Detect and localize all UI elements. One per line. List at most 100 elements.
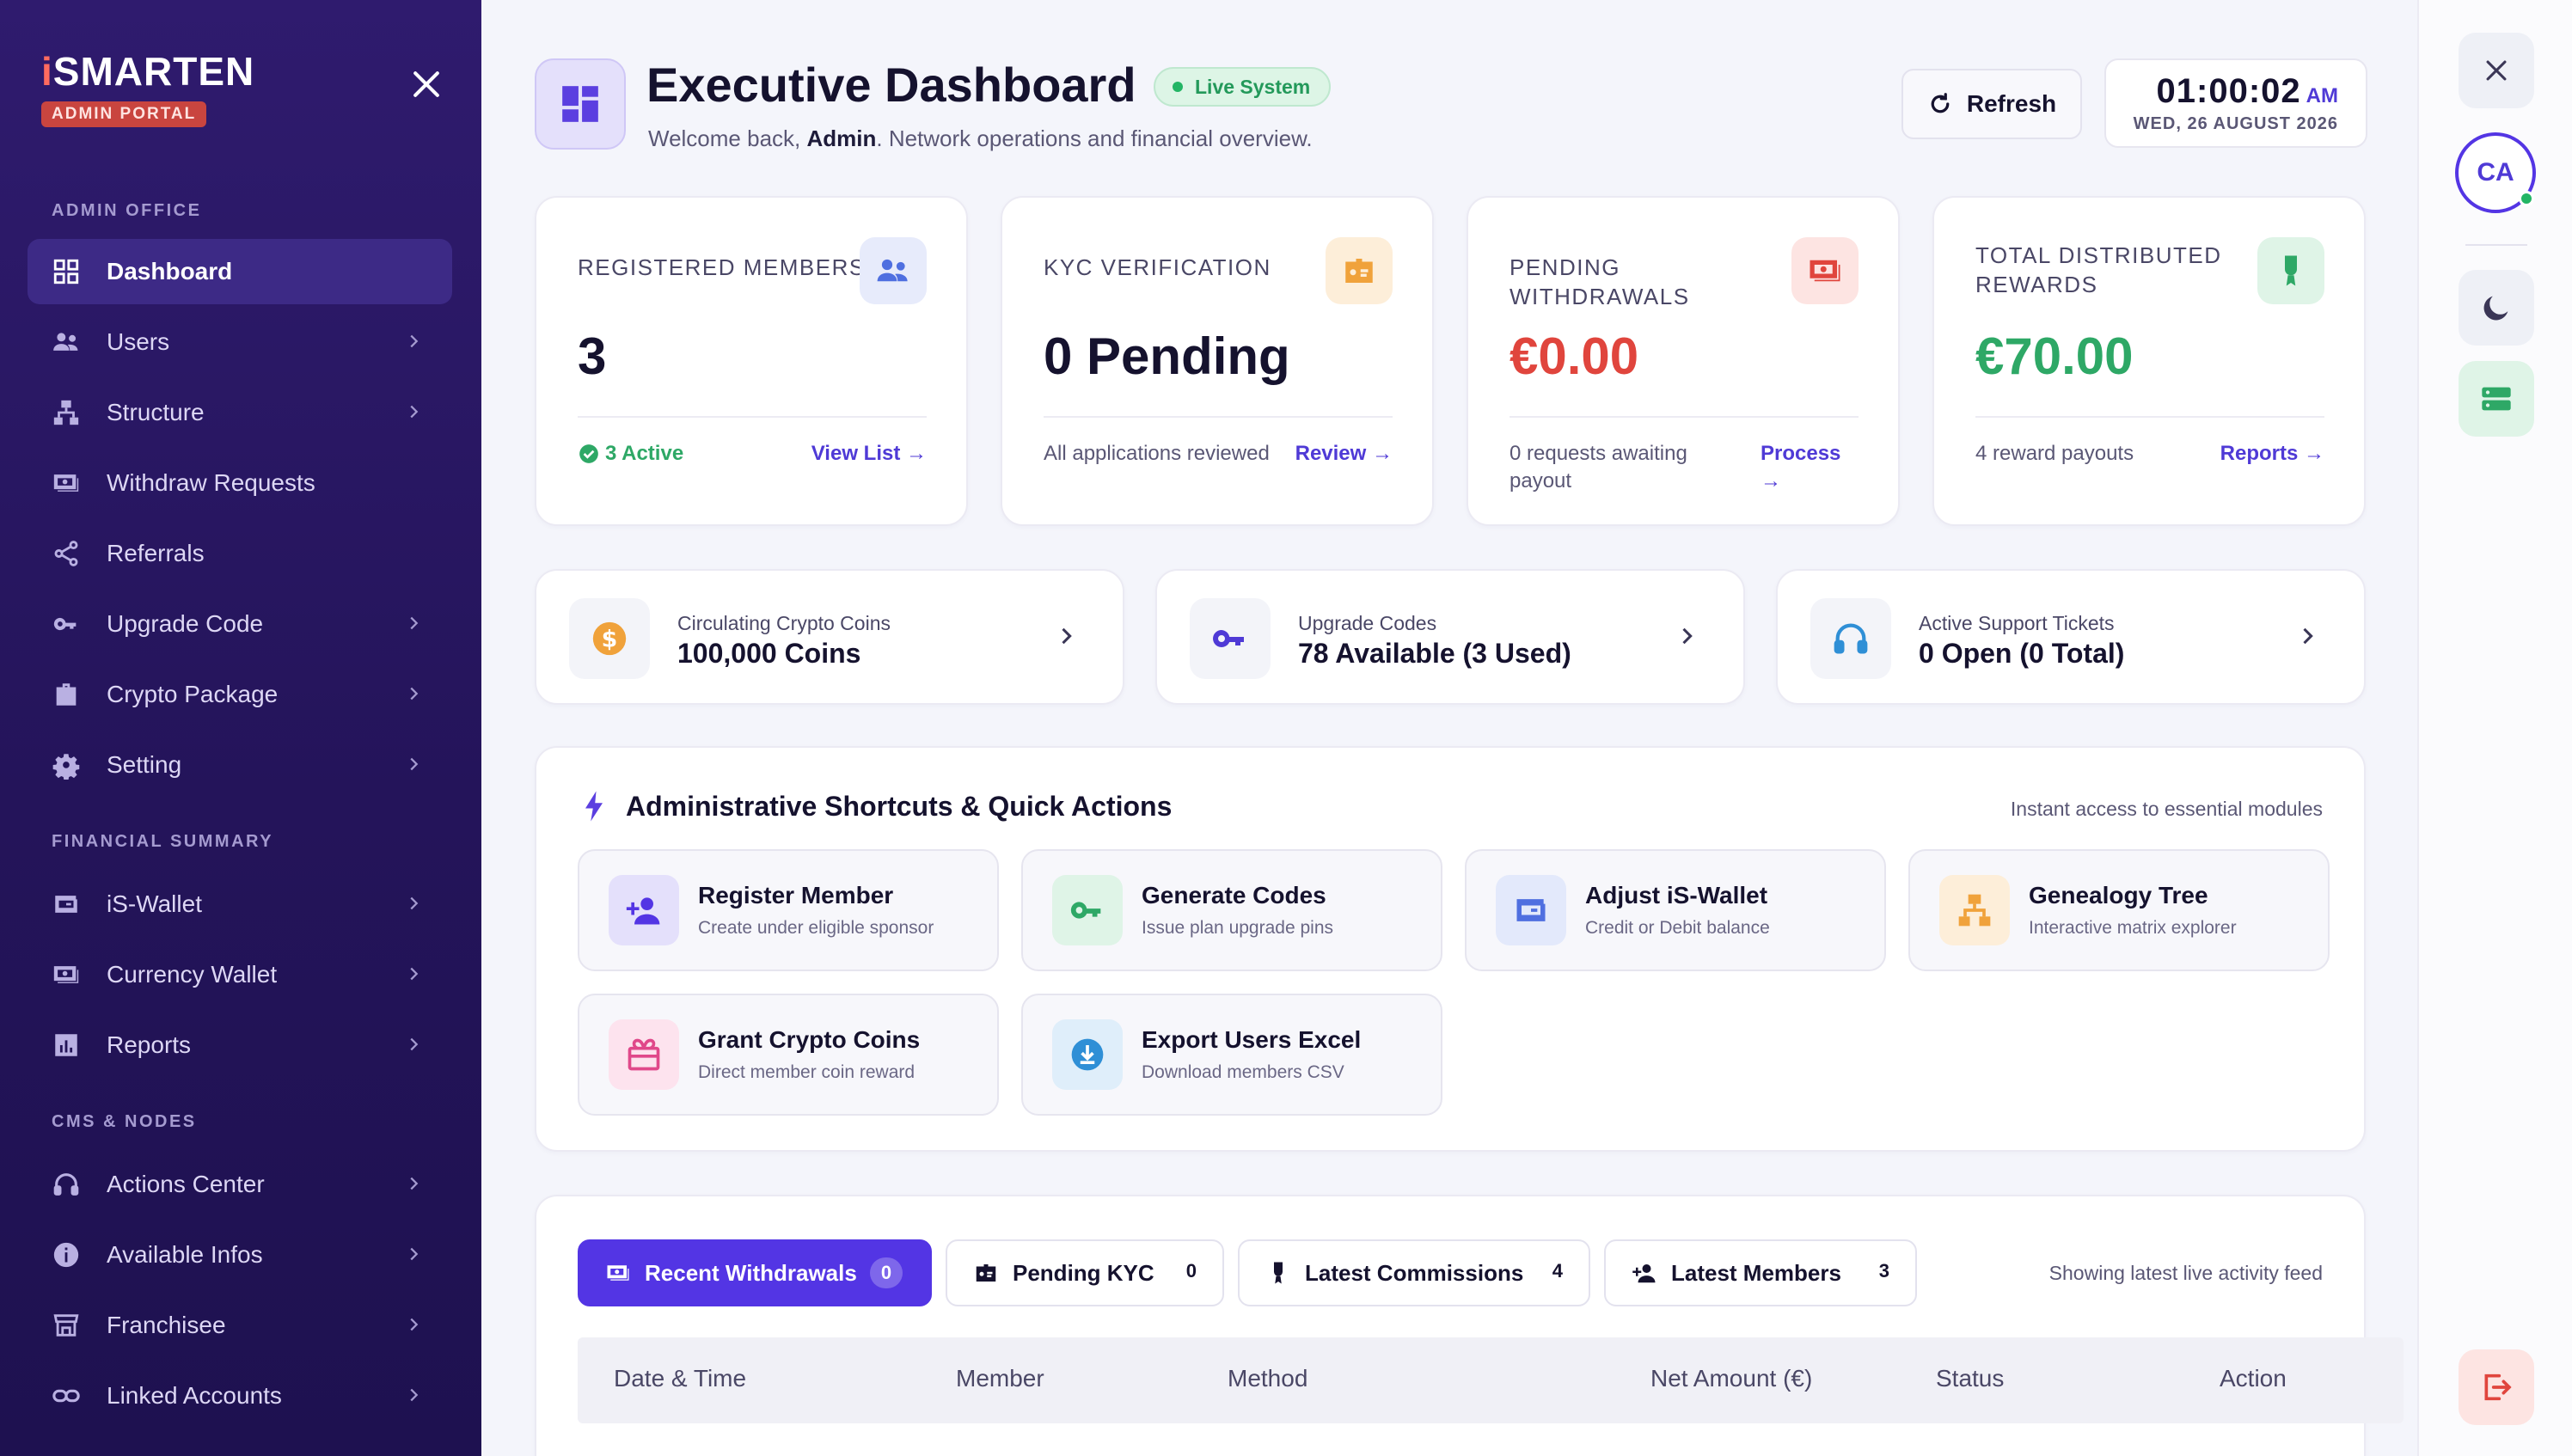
sidebar-item-currency-wallet[interactable]: Currency Wallet xyxy=(28,942,452,1007)
theme-toggle-button[interactable] xyxy=(2459,270,2534,346)
column-header[interactable]: Action xyxy=(2220,1365,2287,1392)
sidebar-item-crypto-package[interactable]: Crypto Package xyxy=(28,662,452,727)
column-header[interactable]: Date & Time xyxy=(614,1365,746,1392)
brand-name: iSMARTEN xyxy=(41,49,255,94)
stat-label: REGISTERED MEMBERS xyxy=(578,254,866,280)
mini-card-crypto-coins[interactable]: $ Circulating Crypto Coins 100,000 Coins xyxy=(535,569,1124,705)
check-circle-icon xyxy=(579,444,598,463)
column-header[interactable]: Status xyxy=(1936,1365,2004,1392)
close-panel-button[interactable] xyxy=(2459,33,2534,108)
reports-link[interactable]: Reports → xyxy=(2220,440,2324,468)
money-icon xyxy=(1791,237,1859,304)
mini-card-upgrade-codes[interactable]: Upgrade Codes 78 Available (3 Used) xyxy=(1155,569,1745,705)
chevron-right-icon xyxy=(410,1318,419,1331)
sidebar-item-label: Crypto Package xyxy=(107,681,279,707)
tile-title: Grant Crypto Coins xyxy=(698,1026,921,1053)
currency-icon xyxy=(53,966,79,983)
mini-label: Upgrade Codes xyxy=(1298,612,1437,634)
adjust-wallet-tile[interactable]: Adjust iS-Wallet Credit or Debit balance xyxy=(1465,849,1886,971)
sidebar-item-users[interactable]: Users xyxy=(28,309,452,375)
server-icon xyxy=(2482,387,2511,411)
genealogy-tree-tile[interactable]: Genealogy Tree Interactive matrix explor… xyxy=(1908,849,2330,971)
brand-logo[interactable]: iSMARTEN ADMIN PORTAL xyxy=(41,48,254,127)
sidebar-item-is-wallet[interactable]: iS-Wallet xyxy=(28,872,452,937)
sidebar-item-actions-center[interactable]: Actions Center xyxy=(28,1152,452,1217)
sidebar-item-structure[interactable]: Structure xyxy=(28,380,452,445)
stat-label: TOTAL DISTRIBUTED REWARDS xyxy=(1975,242,2222,297)
review-link[interactable]: Review → xyxy=(1295,440,1393,468)
refresh-icon xyxy=(1931,93,1950,113)
server-status-button[interactable] xyxy=(2459,361,2534,437)
key-icon xyxy=(1052,875,1123,945)
sidebar-item-label: Setting xyxy=(107,751,182,778)
logout-button[interactable] xyxy=(2459,1349,2534,1425)
stat-footnote: 3 Active xyxy=(578,440,801,468)
table-header: Date & Time Member Method Net Amount (€)… xyxy=(578,1337,2404,1423)
sidebar-item-available-infos[interactable]: Available Infos xyxy=(28,1222,452,1288)
tile-title: Export Users Excel xyxy=(1142,1026,1362,1053)
user-plus-icon xyxy=(609,875,679,945)
sidebar-item-referrals[interactable]: Referrals xyxy=(28,521,452,586)
chevron-right-icon xyxy=(1062,627,1072,645)
sidebar-item-dashboard[interactable]: Dashboard xyxy=(28,239,452,304)
sidebar-item-franchisee[interactable]: Franchisee xyxy=(28,1293,452,1358)
divider xyxy=(1044,416,1393,418)
tab-pending-kyc[interactable]: Pending KYC 0 xyxy=(946,1239,1224,1306)
live-status-badge: Live System xyxy=(1154,67,1332,107)
process-link[interactable]: Process → xyxy=(1761,440,1840,495)
chevron-right-icon xyxy=(2303,627,2313,645)
users-icon xyxy=(860,237,927,304)
sidebar-item-label: Upgrade Code xyxy=(107,610,264,637)
mini-value: 100,000 Coins xyxy=(677,638,861,669)
divider xyxy=(1510,416,1859,418)
sidebar-item-setting[interactable]: Setting xyxy=(28,732,452,798)
export-users-tile[interactable]: Export Users Excel Download members CSV xyxy=(1021,994,1442,1116)
mini-card-support-tickets[interactable]: Active Support Tickets 0 Open (0 Total) xyxy=(1776,569,2366,705)
sidebar-item-label: Withdraw Requests xyxy=(107,469,315,496)
id-card-icon xyxy=(1326,237,1393,304)
register-member-tile[interactable]: Register Member Create under eligible sp… xyxy=(578,849,999,971)
tab-latest-commissions[interactable]: Latest Commissions 4 xyxy=(1238,1239,1590,1306)
generate-codes-tile[interactable]: Generate Codes Issue plan upgrade pins xyxy=(1021,849,1442,971)
gear-icon xyxy=(52,754,80,780)
briefcase-icon xyxy=(56,683,77,706)
stat-value: 0 Pending xyxy=(1044,327,1290,385)
stat-value: €70.00 xyxy=(1975,327,2134,385)
dashboard-header-icon xyxy=(535,58,626,150)
chevron-right-icon xyxy=(410,405,419,419)
tab-count: 0 xyxy=(870,1257,903,1288)
column-header[interactable]: Net Amount (€) xyxy=(1650,1365,1812,1392)
sidebar-item-upgrade-code[interactable]: Upgrade Code xyxy=(28,591,452,657)
tab-recent-withdrawals[interactable]: Recent Withdrawals 0 xyxy=(578,1239,932,1306)
chevron-right-icon xyxy=(410,896,419,910)
money-icon xyxy=(53,474,79,492)
sidebar-item-label: Linked Accounts xyxy=(107,1382,282,1409)
close-sidebar-icon[interactable] xyxy=(407,65,445,103)
tab-latest-members[interactable]: Latest Members 3 xyxy=(1604,1239,1917,1306)
grant-coins-tile[interactable]: Grant Crypto Coins Direct member coin re… xyxy=(578,994,999,1116)
refresh-button[interactable]: Refresh xyxy=(1901,69,2082,139)
sidebar-section-cms: CMS & NODES xyxy=(52,1112,197,1131)
close-icon xyxy=(2486,60,2507,81)
view-list-link[interactable]: View List → xyxy=(811,440,927,468)
stat-card-kyc: KYC VERIFICATION 0 Pending All applicati… xyxy=(1001,196,1434,526)
tab-label: Latest Members xyxy=(1671,1259,1841,1286)
sidebar-item-linked-accounts[interactable]: Linked Accounts xyxy=(28,1363,452,1428)
sidebar-item-withdraw-requests[interactable]: Withdraw Requests xyxy=(28,450,452,516)
chevron-right-icon xyxy=(410,1247,419,1261)
tile-title: Adjust iS-Wallet xyxy=(1585,882,1768,908)
column-header[interactable]: Method xyxy=(1228,1365,1307,1392)
stat-footnote: 0 requests awaiting payout xyxy=(1510,442,1687,492)
column-header[interactable]: Member xyxy=(956,1365,1044,1392)
bolt-icon xyxy=(585,791,603,822)
clock-time: 01:00:02 xyxy=(2156,72,2301,110)
stat-footnote: All applications reviewed xyxy=(1044,442,1270,465)
users-icon xyxy=(53,333,78,351)
sidebar-section-admin: ADMIN OFFICE xyxy=(52,201,202,220)
chevron-right-icon xyxy=(410,1388,419,1402)
sidebar-item-reports[interactable]: Reports xyxy=(28,1012,452,1078)
tile-subtitle: Direct member coin reward xyxy=(698,1062,916,1082)
user-plus-icon xyxy=(1632,1264,1656,1283)
tile-title: Genealogy Tree xyxy=(2029,882,2208,908)
share-icon xyxy=(54,541,78,566)
